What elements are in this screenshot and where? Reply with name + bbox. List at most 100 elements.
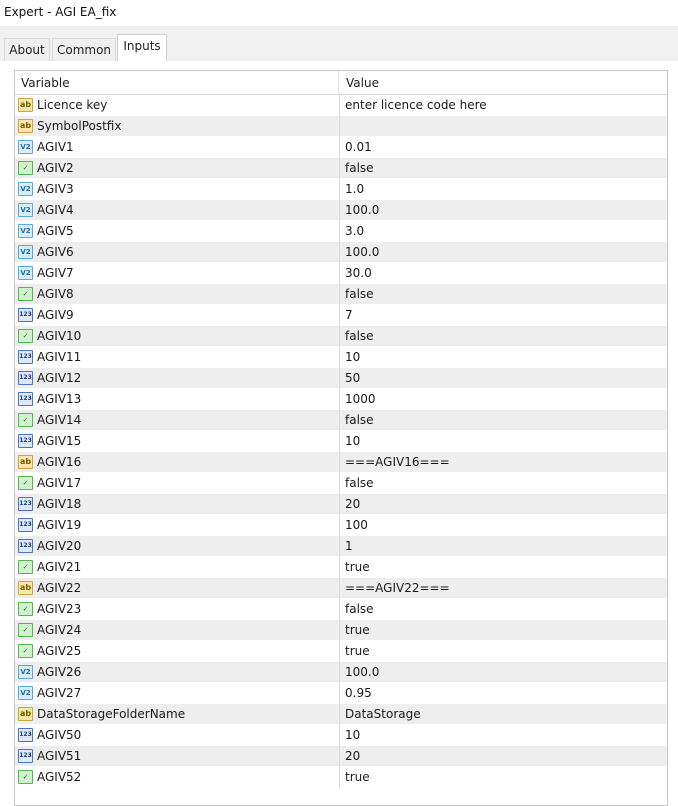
grid-rows: ab Licence key enter licence code here ab Sy… (15, 95, 667, 788)
variable-cell: ✓ AGIV23 (15, 599, 340, 620)
value-cell[interactable]: 50 (345, 368, 360, 389)
input-row[interactable]: ab Licence key enter licence code here (15, 95, 667, 116)
value-cell[interactable]: false (345, 158, 374, 179)
variable-name: AGIV5 (37, 224, 74, 238)
variable-cell: 123 AGIV13 (15, 389, 340, 410)
input-row[interactable]: V2 AGIV27 0.95 (15, 683, 667, 704)
input-row[interactable]: 123 AGIV50 10 (15, 725, 667, 746)
input-row[interactable]: ✓ AGIV21 true (15, 557, 667, 578)
value-cell[interactable]: enter licence code here (345, 95, 487, 116)
variable-cell: 123 AGIV15 (15, 431, 340, 452)
input-row[interactable]: V2 AGIV6 100.0 (15, 242, 667, 263)
input-row[interactable]: 123 AGIV51 20 (15, 746, 667, 767)
value-cell[interactable]: 1000 (345, 389, 376, 410)
variable-cell: V2 AGIV5 (15, 221, 340, 242)
variable-cell: V2 AGIV6 (15, 242, 340, 263)
column-header-variable[interactable]: Variable (21, 71, 339, 94)
input-row[interactable]: ab AGIV16 ===AGIV16=== (15, 452, 667, 473)
input-row[interactable]: V2 AGIV4 100.0 (15, 200, 667, 221)
column-header-value[interactable]: Value (346, 71, 379, 94)
value-cell[interactable]: 3.0 (345, 221, 364, 242)
value-cell[interactable]: DataStorage (345, 704, 421, 725)
grid-header: Variable Value (15, 71, 667, 95)
value-cell[interactable]: 0.95 (345, 683, 372, 704)
input-row[interactable]: V2 AGIV3 1.0 (15, 179, 667, 200)
string-type-icon: ab (18, 581, 33, 595)
input-row[interactable]: 123 AGIV9 7 (15, 305, 667, 326)
input-row[interactable]: ab SymbolPostfix (15, 116, 667, 137)
variable-cell: ✓ AGIV10 (15, 326, 340, 347)
value-cell[interactable]: 100.0 (345, 662, 379, 683)
value-cell[interactable]: 20 (345, 494, 360, 515)
variable-cell: 123 AGIV9 (15, 305, 340, 326)
value-cell[interactable]: 20 (345, 746, 360, 767)
input-row[interactable]: 123 AGIV19 100 (15, 515, 667, 536)
variable-cell: ✓ AGIV25 (15, 641, 340, 662)
tab-common[interactable]: Common (52, 38, 116, 62)
input-row[interactable]: ✓ AGIV8 false (15, 284, 667, 305)
integer-type-icon: 123 (18, 392, 33, 406)
input-row[interactable]: ✓ AGIV25 true (15, 641, 667, 662)
input-row[interactable]: ab DataStorageFolderName DataStorage (15, 704, 667, 725)
value-cell[interactable]: 100.0 (345, 242, 379, 263)
tab-inputs[interactable]: Inputs (117, 34, 167, 63)
value-cell[interactable]: false (345, 284, 374, 305)
tab-about[interactable]: About (4, 38, 50, 62)
integer-type-icon: 123 (18, 350, 33, 364)
value-cell[interactable]: 10 (345, 347, 360, 368)
value-cell[interactable]: 1 (345, 536, 353, 557)
value-cell[interactable]: 10 (345, 725, 360, 746)
inputs-panel: Variable Value ab Licence key enter licenc… (0, 61, 678, 806)
input-row[interactable]: V2 AGIV5 3.0 (15, 221, 667, 242)
input-row[interactable]: ✓ AGIV17 false (15, 473, 667, 494)
variable-name: AGIV14 (37, 413, 82, 427)
input-row[interactable]: 123 AGIV12 50 (15, 368, 667, 389)
variable-name: AGIV2 (37, 161, 74, 175)
value-cell[interactable]: 30.0 (345, 263, 372, 284)
value-cell[interactable]: 100.0 (345, 200, 379, 221)
value-cell[interactable]: ===AGIV16=== (345, 452, 450, 473)
value-cell[interactable]: 7 (345, 305, 353, 326)
value-cell[interactable]: false (345, 410, 374, 431)
value-cell[interactable]: true (345, 557, 370, 578)
input-row[interactable]: ✓ AGIV24 true (15, 620, 667, 641)
input-row[interactable]: ✓ AGIV52 true (15, 767, 667, 788)
value-cell[interactable]: false (345, 326, 374, 347)
input-row[interactable]: 123 AGIV20 1 (15, 536, 667, 557)
bool-type-icon: ✓ (18, 560, 33, 574)
value-cell[interactable]: 1.0 (345, 179, 364, 200)
value-cell[interactable]: 100 (345, 515, 368, 536)
variable-name: AGIV6 (37, 245, 74, 259)
input-row[interactable]: V2 AGIV1 0.01 (15, 137, 667, 158)
value-cell[interactable]: 10 (345, 431, 360, 452)
input-row[interactable]: 123 AGIV13 1000 (15, 389, 667, 410)
bool-type-icon: ✓ (18, 623, 33, 637)
variable-name: AGIV4 (37, 203, 74, 217)
variable-name: AGIV16 (37, 455, 82, 469)
input-row[interactable]: ✓ AGIV10 false (15, 326, 667, 347)
variable-cell: V2 AGIV7 (15, 263, 340, 284)
value-cell[interactable]: false (345, 473, 374, 494)
variable-cell: 123 AGIV19 (15, 515, 340, 536)
value-cell[interactable]: false (345, 599, 374, 620)
value-cell[interactable]: true (345, 620, 370, 641)
input-row[interactable]: 123 AGIV11 10 (15, 347, 667, 368)
variable-cell: ab SymbolPostfix (15, 116, 340, 137)
variable-name: AGIV7 (37, 266, 74, 280)
input-row[interactable]: 123 AGIV15 10 (15, 431, 667, 452)
string-type-icon: ab (18, 707, 33, 721)
input-row[interactable]: V2 AGIV26 100.0 (15, 662, 667, 683)
input-row[interactable]: V2 AGIV7 30.0 (15, 263, 667, 284)
variable-cell: ab AGIV22 (15, 578, 340, 599)
input-row[interactable]: ✓ AGIV23 false (15, 599, 667, 620)
input-row[interactable]: ✓ AGIV2 false (15, 158, 667, 179)
value-cell[interactable]: 0.01 (345, 137, 372, 158)
value-cell[interactable]: true (345, 767, 370, 788)
input-row[interactable]: ✓ AGIV14 false (15, 410, 667, 431)
variable-cell: 123 AGIV18 (15, 494, 340, 515)
value-cell[interactable]: true (345, 641, 370, 662)
input-row[interactable]: ab AGIV22 ===AGIV22=== (15, 578, 667, 599)
integer-type-icon: 123 (18, 728, 33, 742)
value-cell[interactable]: ===AGIV22=== (345, 578, 450, 599)
input-row[interactable]: 123 AGIV18 20 (15, 494, 667, 515)
